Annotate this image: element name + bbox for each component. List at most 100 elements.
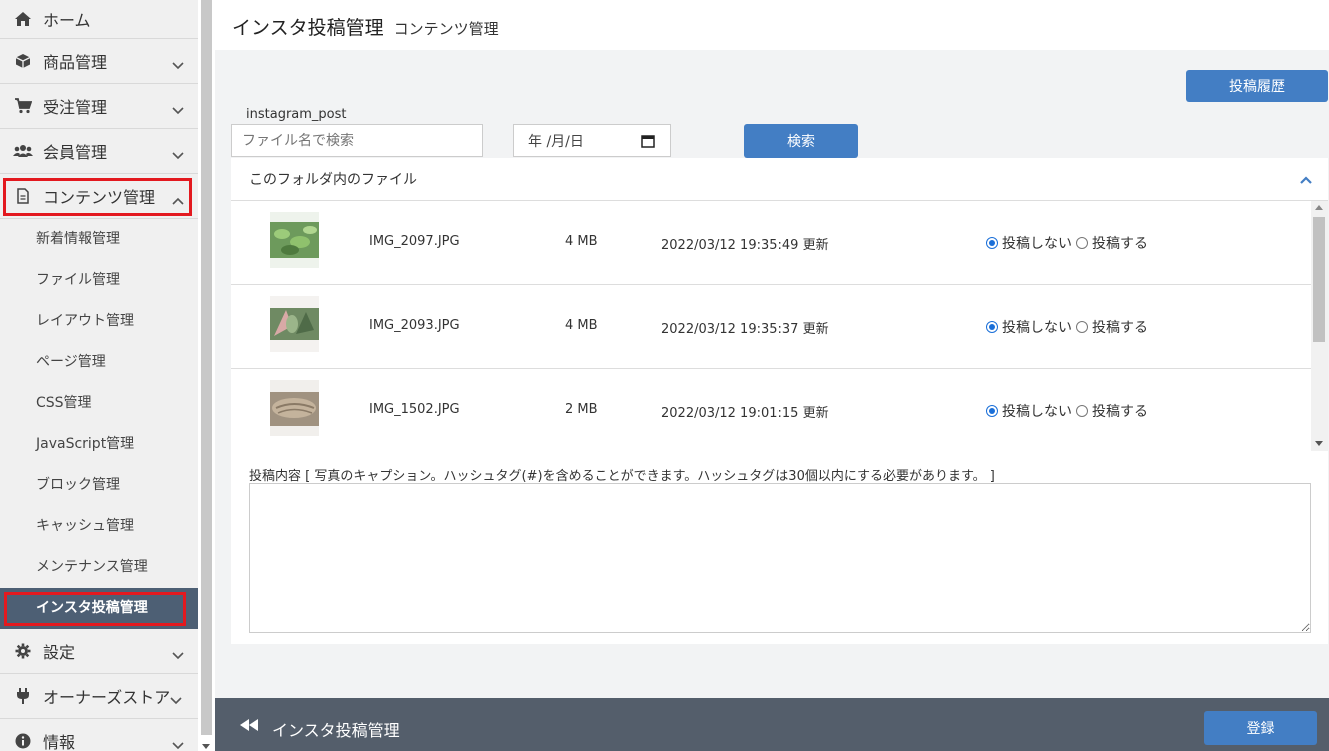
sidebar-subitem-files[interactable]: ファイル管理 [0, 260, 198, 301]
radio-label: 投稿する [1092, 404, 1148, 420]
search-input[interactable] [231, 124, 483, 157]
scroll-down-arrow-icon[interactable] [202, 744, 210, 749]
scroll-up-arrow-icon[interactable] [1315, 205, 1323, 210]
sidebar-item-orders[interactable]: 受注管理 [0, 84, 198, 129]
scrollbar-thumb[interactable] [1313, 217, 1325, 342]
scroll-down-arrow-icon[interactable] [1315, 441, 1323, 446]
post-option-group: 投稿しない 投稿する [986, 317, 1148, 337]
file-list-scrollbar[interactable] [1311, 201, 1328, 451]
sidebar-subitem-news[interactable]: 新着情報管理 [0, 219, 198, 260]
home-icon [12, 11, 34, 27]
back-icon[interactable] [240, 719, 258, 735]
file-size: 4 MB [565, 318, 598, 333]
radio-label: 投稿する [1092, 320, 1148, 336]
file-row: IMG_2097.JPG 4 MB 2022/03/12 19:35:49 更新… [231, 201, 1311, 285]
file-name: IMG_1502.JPG [369, 402, 460, 417]
sidebar-subitem-pages[interactable]: ページ管理 [0, 342, 198, 383]
chevron-down-icon [172, 100, 184, 119]
file-name: IMG_2093.JPG [369, 318, 460, 333]
sidebar-subitem-css[interactable]: CSS管理 [0, 383, 198, 424]
sidebar-item-label: 受注管理 [43, 98, 108, 117]
chevron-down-icon [172, 735, 184, 751]
footer-title[interactable]: インスタ投稿管理 [272, 717, 400, 741]
sidebar-item-label: 商品管理 [43, 53, 108, 72]
sidebar-item-label: コンテンツ管理 [43, 188, 156, 207]
sidebar-subitem-layout[interactable]: レイアウト管理 [0, 301, 198, 342]
caption-textarea[interactable] [249, 483, 1311, 633]
file-row: IMG_2093.JPG 4 MB 2022/03/12 19:35:37 更新… [231, 285, 1311, 369]
chevron-down-icon [170, 690, 182, 709]
chevron-down-icon [172, 55, 184, 74]
file-list: IMG_2097.JPG 4 MB 2022/03/12 19:35:49 更新… [231, 201, 1311, 451]
file-icon [12, 188, 34, 204]
page-title: インスタ投稿管理 [232, 17, 384, 39]
sidebar-item-settings[interactable]: 設定 [0, 629, 198, 674]
sidebar-item-label: 設定 [43, 643, 76, 662]
chevron-up-icon [172, 190, 184, 209]
sidebar-item-info[interactable]: 情報 [0, 719, 198, 751]
radio-label: 投稿する [1092, 236, 1148, 252]
caption-label: 投稿内容 [ 写真のキャプション。ハッシュタグ(#)を含めることができます。ハッ… [249, 469, 995, 484]
sidebar-item-products[interactable]: 商品管理 [0, 39, 198, 84]
sidebar-scrollbar[interactable] [198, 0, 215, 751]
sidebar-item-store[interactable]: オーナーズストア [0, 674, 198, 719]
file-thumbnail [270, 296, 319, 352]
sidebar-item-members[interactable]: 会員管理 [0, 129, 198, 174]
users-icon [12, 144, 34, 158]
radio-label: 投稿しない [1002, 236, 1072, 252]
date-input[interactable]: 年 /月/日 [513, 124, 671, 157]
sidebar-subitem-javascript[interactable]: JavaScript管理 [0, 424, 198, 465]
radio-no-post[interactable] [986, 405, 998, 417]
post-history-button[interactable]: 投稿履歴 [1186, 70, 1328, 102]
file-row: IMG_1502.JPG 2 MB 2022/03/12 19:01:15 更新… [231, 369, 1311, 451]
post-option-group: 投稿しない 投稿する [986, 401, 1148, 421]
cube-icon [12, 53, 34, 69]
folder-label: instagram_post [246, 107, 347, 122]
radio-label: 投稿しない [1002, 320, 1072, 336]
file-thumbnail [270, 212, 319, 268]
plug-icon [12, 687, 34, 705]
panel-header[interactable]: このフォルダ内のファイル [231, 158, 1328, 201]
sidebar-subitem-cache[interactable]: キャッシュ管理 [0, 506, 198, 547]
register-button[interactable]: 登録 [1204, 711, 1317, 745]
sidebar: ホーム 商品管理 受注管理 会員管理 コンテンツ管理 新着情報管理 ファイル管理… [0, 0, 198, 751]
sidebar-item-label: 情報 [43, 733, 76, 751]
radio-label: 投稿しない [1002, 404, 1072, 420]
sidebar-item-contents[interactable]: コンテンツ管理 [0, 174, 198, 219]
file-date: 2022/03/12 19:01:15 更新 [661, 406, 829, 421]
sidebar-subitem-blocks[interactable]: ブロック管理 [0, 465, 198, 506]
chevron-down-icon [172, 145, 184, 164]
sidebar-item-label: 会員管理 [43, 143, 108, 162]
sidebar-item-label: オーナーズストア [43, 688, 171, 707]
info-icon [12, 733, 34, 749]
chevron-down-icon [172, 645, 184, 664]
file-date: 2022/03/12 19:35:37 更新 [661, 322, 829, 337]
calendar-icon[interactable] [641, 134, 655, 152]
search-button[interactable]: 検索 [744, 124, 858, 158]
cart-icon [12, 98, 34, 114]
file-date: 2022/03/12 19:35:49 更新 [661, 238, 829, 253]
radio-no-post[interactable] [986, 237, 998, 249]
sidebar-subitem-instagram[interactable]: インスタ投稿管理 [0, 588, 198, 629]
radio-post[interactable] [1076, 405, 1088, 417]
radio-no-post[interactable] [986, 321, 998, 333]
footer-bar: インスタ投稿管理 登録 [215, 698, 1329, 751]
radio-post[interactable] [1076, 237, 1088, 249]
gear-icon [12, 643, 34, 659]
chevron-up-icon[interactable] [1300, 172, 1312, 188]
file-panel: このフォルダ内のファイル IMG_2097.JPG 4 MB 2022/03/1… [231, 158, 1328, 644]
sidebar-subitem-label: インスタ投稿管理 [36, 600, 148, 616]
post-option-group: 投稿しない 投稿する [986, 233, 1148, 253]
file-size: 4 MB [565, 234, 598, 249]
contents-submenu: 新着情報管理 ファイル管理 レイアウト管理 ページ管理 CSS管理 JavaSc… [0, 219, 198, 629]
date-placeholder: 年 /月/日 [528, 133, 584, 150]
scrollbar-thumb[interactable] [201, 0, 212, 735]
page-subtitle: コンテンツ管理 [393, 20, 499, 38]
sidebar-subitem-maintenance[interactable]: メンテナンス管理 [0, 547, 198, 588]
sidebar-item-label: ホーム [43, 11, 91, 30]
sidebar-item-home[interactable]: ホーム [0, 0, 198, 39]
file-thumbnail [270, 380, 319, 436]
panel-title: このフォルダ内のファイル [249, 172, 417, 188]
radio-post[interactable] [1076, 321, 1088, 333]
file-name: IMG_2097.JPG [369, 234, 460, 249]
